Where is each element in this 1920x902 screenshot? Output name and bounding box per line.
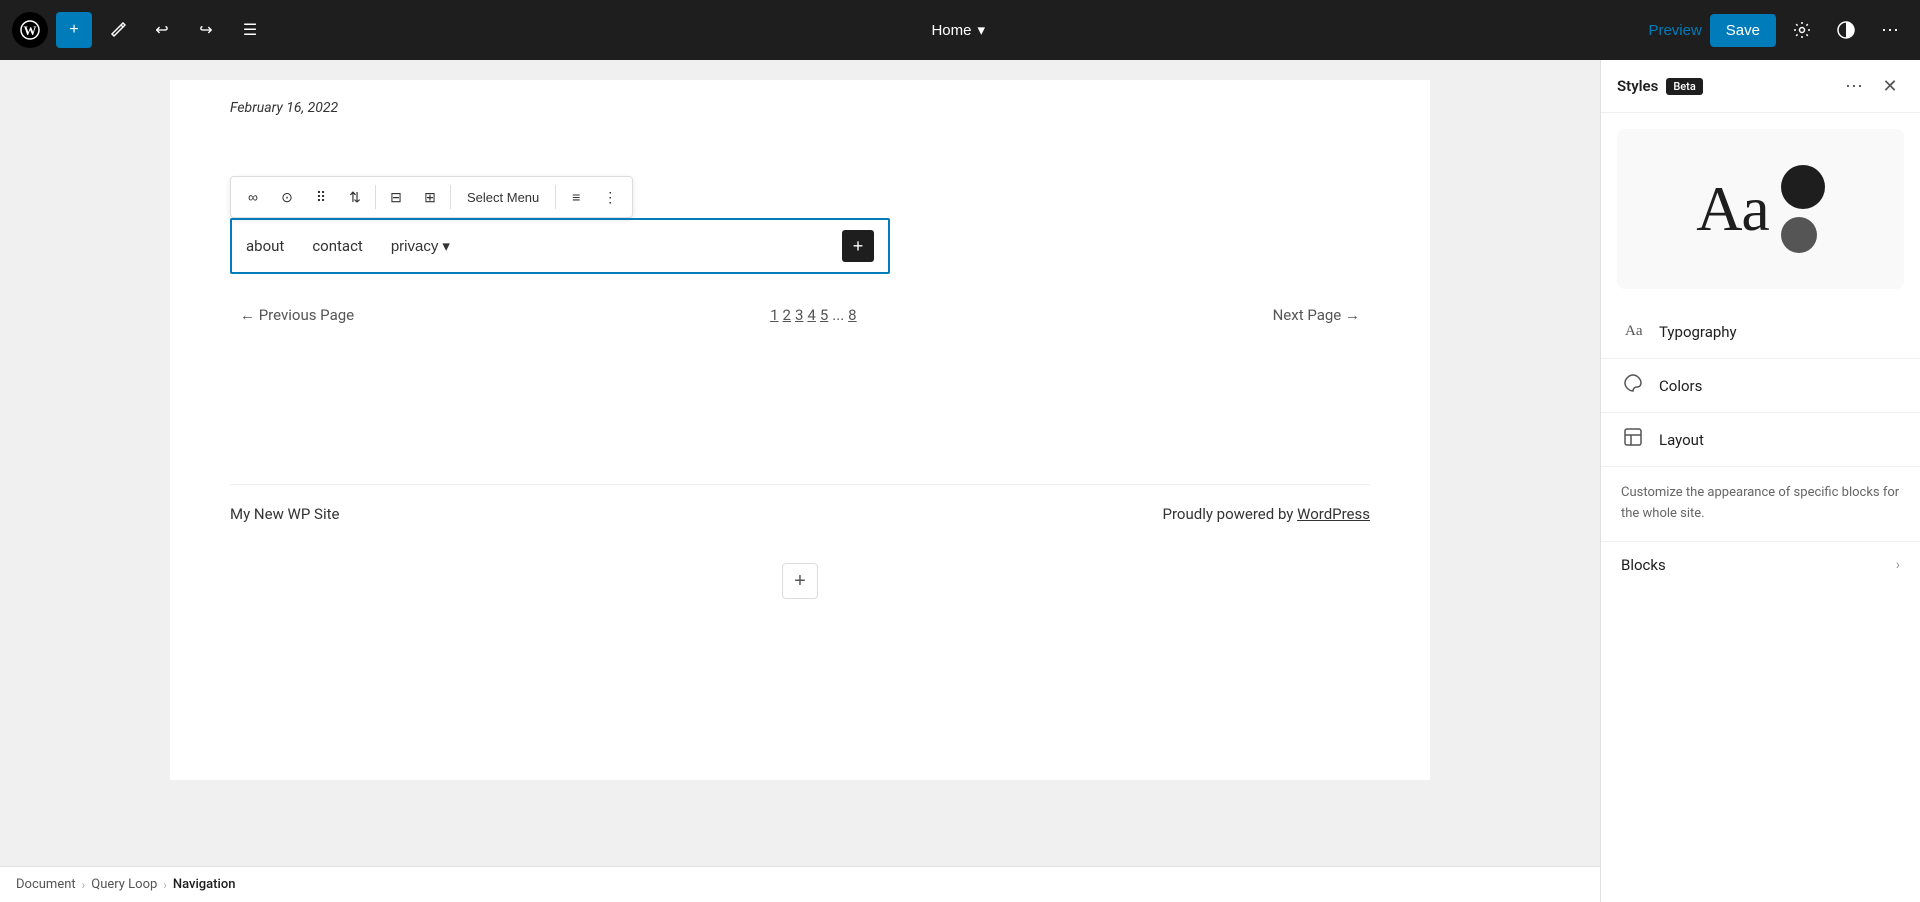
redo-button[interactable]: ↪ [188, 12, 224, 48]
block-align-left-button[interactable]: ⊟ [380, 181, 412, 213]
home-button[interactable]: Home ▾ [931, 21, 985, 39]
page-3-link[interactable]: 3 [795, 306, 803, 324]
add-block-toolbar-button[interactable]: + [56, 12, 92, 48]
breadcrumb-navigation[interactable]: Navigation [173, 877, 236, 892]
block-move-button[interactable]: ⇅ [339, 181, 371, 213]
nav-privacy-button[interactable]: privacy ▾ [391, 237, 450, 255]
svg-text:Aa: Aa [1625, 323, 1643, 339]
typography-label: Typography [1659, 323, 1737, 341]
preview-button[interactable]: Preview [1648, 22, 1701, 39]
style-preview-dots [1781, 165, 1825, 253]
block-align-button[interactable]: ≡ [560, 181, 592, 213]
style-toggle-button[interactable] [1828, 12, 1864, 48]
layout-label: Layout [1659, 431, 1704, 449]
typography-option[interactable]: Aa Typography [1601, 305, 1920, 359]
page-2-link[interactable]: 2 [783, 306, 791, 324]
toolbar-center: Home ▾ [276, 21, 1640, 39]
layout-icon [1621, 427, 1645, 452]
blocks-label: Blocks [1621, 556, 1666, 574]
next-page-link[interactable]: Next Page → [1273, 306, 1360, 324]
add-block-button[interactable]: + [782, 563, 818, 599]
dot-large [1781, 165, 1825, 209]
edit-mode-button[interactable] [100, 12, 136, 48]
site-name-link[interactable]: My New WP Site [230, 505, 339, 523]
settings-button[interactable] [1784, 12, 1820, 48]
page-1-link[interactable]: 1 [770, 306, 778, 324]
breadcrumb: Document › Query Loop › Navigation [0, 866, 1600, 902]
previous-page-link[interactable]: ← Previous Page [240, 306, 354, 324]
main-layout: February 16, 2022 ∞ ⊙ ⠿ ⇅ [0, 60, 1920, 902]
save-button[interactable]: Save [1710, 14, 1776, 47]
page-ellipsis: ... [832, 306, 844, 324]
wordpress-link[interactable]: WordPress [1297, 505, 1370, 523]
colors-label: Colors [1659, 377, 1702, 395]
page-4-link[interactable]: 4 [807, 306, 815, 324]
nav-contact-link[interactable]: contact [312, 237, 363, 255]
breadcrumb-sep-1: › [82, 878, 86, 892]
panel-close-button[interactable]: ✕ [1876, 72, 1904, 100]
footer-credit: Proudly powered by WordPress [1163, 505, 1370, 523]
post-date: February 16, 2022 [230, 100, 1370, 116]
panel-more-button[interactable]: ⋯ [1840, 72, 1868, 100]
pagination: ← Previous Page 1 2 3 4 5 ... 8 Next Pag… [230, 306, 1370, 324]
top-toolbar: W + ↩ ↪ ☰ Home ▾ Preview Save ⋯ [0, 0, 1920, 60]
block-toolbar-wrapper: ∞ ⊙ ⠿ ⇅ ⊟ ⊞ [230, 176, 1370, 274]
colors-option[interactable]: Colors [1601, 359, 1920, 413]
nav-about-link[interactable]: about [246, 237, 284, 255]
more-options-button[interactable]: ⋯ [1872, 12, 1908, 48]
styles-header-right: ⋯ ✕ [1840, 72, 1904, 100]
breadcrumb-document[interactable]: Document [16, 877, 76, 892]
block-toolbar: ∞ ⊙ ⠿ ⇅ ⊟ ⊞ [230, 176, 633, 218]
block-info-button[interactable]: ⊙ [271, 181, 303, 213]
nav-add-item-button[interactable]: + [842, 230, 874, 262]
page-8-link[interactable]: 8 [848, 306, 856, 324]
blocks-row[interactable]: Blocks › [1601, 541, 1920, 588]
beta-badge: Beta [1666, 78, 1702, 95]
svg-text:W: W [24, 23, 37, 38]
navigation-block: about contact privacy ▾ + [230, 218, 890, 274]
styles-header: Styles Beta ⋯ ✕ [1601, 60, 1920, 113]
colors-icon [1621, 373, 1645, 398]
site-footer: My New WP Site Proudly powered by WordPr… [230, 484, 1370, 543]
style-preview: Aa [1617, 129, 1904, 289]
toolbar-divider-2 [450, 185, 451, 209]
block-align-center-button[interactable]: ⊞ [414, 181, 446, 213]
right-panel: Styles Beta ⋯ ✕ Aa Aa Typography [1600, 60, 1920, 902]
block-link-button[interactable]: ∞ [237, 181, 269, 213]
typography-icon: Aa [1621, 319, 1645, 344]
breadcrumb-query-loop[interactable]: Query Loop [91, 877, 157, 892]
undo-button[interactable]: ↩ [144, 12, 180, 48]
page-5-current: 5 [820, 306, 828, 324]
layout-option[interactable]: Layout [1601, 413, 1920, 467]
toolbar-divider-3 [555, 185, 556, 209]
select-menu-button[interactable]: Select Menu [455, 184, 551, 211]
wp-logo: W [12, 12, 48, 48]
canvas-area[interactable]: February 16, 2022 ∞ ⊙ ⠿ ⇅ [0, 60, 1600, 902]
blocks-arrow: › [1896, 557, 1900, 573]
toolbar-right: Preview Save ⋯ [1648, 12, 1908, 48]
styles-title: Styles [1617, 77, 1658, 95]
dot-small [1781, 217, 1817, 253]
add-block-center: + [230, 563, 1370, 599]
style-preview-text: Aa [1696, 177, 1769, 241]
breadcrumb-sep-2: › [163, 878, 167, 892]
block-more-options-button[interactable]: ⋮ [594, 181, 626, 213]
page-numbers: 1 2 3 4 5 ... 8 [770, 306, 857, 324]
block-drag-button[interactable]: ⠿ [305, 181, 337, 213]
list-view-button[interactable]: ☰ [232, 12, 268, 48]
canvas-inner: February 16, 2022 ∞ ⊙ ⠿ ⇅ [170, 80, 1430, 780]
style-description: Customize the appearance of specific blo… [1601, 467, 1920, 541]
toolbar-divider-1 [375, 185, 376, 209]
